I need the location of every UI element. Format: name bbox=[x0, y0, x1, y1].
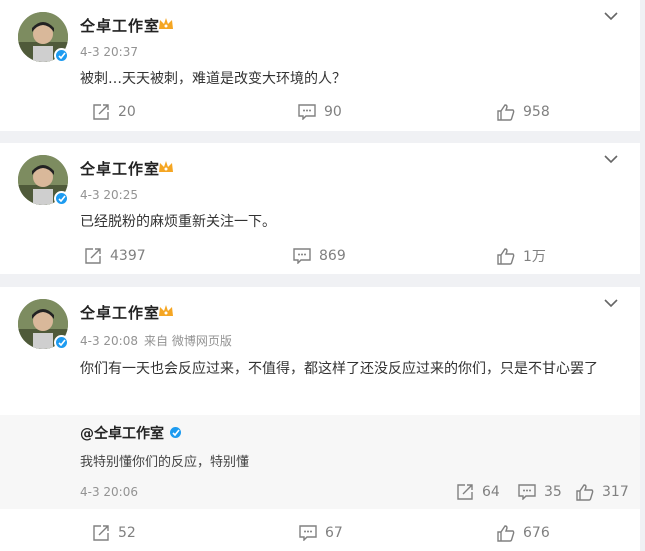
repost-button[interactable]: 52 bbox=[92, 518, 136, 548]
comment-icon bbox=[293, 248, 311, 264]
comment-count: 90 bbox=[324, 104, 342, 120]
comment-count: 869 bbox=[319, 248, 346, 264]
repost-count: 64 bbox=[482, 484, 500, 500]
repost-button[interactable]: 4397 bbox=[84, 241, 146, 271]
repost-icon bbox=[85, 248, 101, 264]
like-icon bbox=[497, 524, 515, 542]
verified-icon bbox=[54, 191, 69, 206]
post-time[interactable]: 4-3 20:37 bbox=[80, 45, 138, 59]
action-bar: 4397 869 1万 bbox=[0, 241, 640, 271]
post-meta: 4-3 20:25 bbox=[80, 188, 138, 202]
like-count: 958 bbox=[523, 104, 550, 120]
post-text: 你们有一天也会反应过来，不值得，都这样了还没反应过来的你们，只是不甘心罢了 bbox=[80, 361, 598, 377]
post-card: 仝卓工作室 4-3 20:25 已经脱粉的麻烦重新关注一下。 4397 869 … bbox=[0, 143, 640, 274]
author-name[interactable]: 仝卓工作室 bbox=[80, 15, 160, 36]
like-count: 676 bbox=[523, 525, 550, 541]
post-card: 仝卓工作室 4-3 20:37 被刺…天天被刺，难道是改变大环境的人？ 20 9… bbox=[0, 0, 640, 131]
like-icon bbox=[497, 247, 515, 265]
quoted-repost-button[interactable]: 64 bbox=[456, 479, 500, 505]
repost-icon bbox=[93, 525, 109, 541]
quoted-text: 我特别懂你们的反应，特别懂 bbox=[80, 455, 250, 470]
post-text: 已经脱粉的麻烦重新关注一下。 bbox=[80, 214, 276, 230]
verified-icon bbox=[54, 335, 69, 350]
crown-icon bbox=[159, 161, 173, 172]
comment-button[interactable]: 90 bbox=[298, 97, 342, 127]
comment-count: 67 bbox=[325, 525, 343, 541]
like-count: 317 bbox=[602, 484, 629, 500]
like-icon bbox=[497, 103, 515, 121]
quoted-author[interactable]: @仝卓工作室 bbox=[80, 423, 164, 443]
quoted-like-button[interactable]: 317 bbox=[576, 479, 629, 505]
repost-icon bbox=[457, 484, 473, 500]
action-bar: 20 90 958 bbox=[0, 97, 640, 127]
chevron-down-icon[interactable] bbox=[604, 155, 618, 164]
author-name[interactable]: 仝卓工作室 bbox=[80, 158, 160, 179]
like-button[interactable]: 676 bbox=[497, 518, 550, 548]
crown-icon bbox=[159, 18, 173, 29]
post-meta: 4-3 20:37 bbox=[80, 45, 138, 59]
repost-button[interactable]: 20 bbox=[92, 97, 136, 127]
verified-icon bbox=[168, 425, 183, 440]
like-button[interactable]: 1万 bbox=[497, 241, 546, 271]
comment-icon bbox=[518, 484, 536, 500]
like-button[interactable]: 958 bbox=[497, 97, 550, 127]
chevron-down-icon[interactable] bbox=[604, 12, 618, 21]
verified-icon bbox=[54, 48, 69, 63]
repost-count: 4397 bbox=[110, 248, 146, 264]
chevron-down-icon[interactable] bbox=[604, 299, 618, 308]
quoted-comment-button[interactable]: 35 bbox=[518, 479, 562, 505]
comment-icon bbox=[299, 525, 317, 541]
post-card: 仝卓工作室 4-3 20:08 来自 微博网页版 你们有一天也会反应过来，不值得，… bbox=[0, 287, 640, 551]
post-time[interactable]: 4-3 20:25 bbox=[80, 188, 138, 202]
quoted-time[interactable]: 4-3 20:06 bbox=[80, 485, 138, 499]
repost-icon bbox=[93, 104, 109, 120]
post-meta: 4-3 20:08 来自 微博网页版 bbox=[80, 332, 232, 349]
crown-icon bbox=[159, 305, 173, 316]
post-source: 来自 微博网页版 bbox=[144, 334, 232, 348]
post-text: 被刺…天天被刺，难道是改变大环境的人？ bbox=[80, 71, 346, 87]
author-name[interactable]: 仝卓工作室 bbox=[80, 302, 160, 323]
comment-icon bbox=[298, 104, 316, 120]
post-time[interactable]: 4-3 20:08 bbox=[80, 334, 138, 348]
like-icon bbox=[576, 483, 594, 501]
repost-count: 52 bbox=[118, 525, 136, 541]
comment-button[interactable]: 869 bbox=[293, 241, 346, 271]
quoted-post[interactable]: @仝卓工作室 我特别懂你们的反应，特别懂 4-3 20:06 64 35 317 bbox=[0, 415, 640, 509]
comment-button[interactable]: 67 bbox=[299, 518, 343, 548]
comment-count: 35 bbox=[544, 484, 562, 500]
repost-count: 20 bbox=[118, 104, 136, 120]
action-bar: 52 67 676 bbox=[0, 518, 640, 548]
like-count: 1万 bbox=[523, 249, 546, 265]
